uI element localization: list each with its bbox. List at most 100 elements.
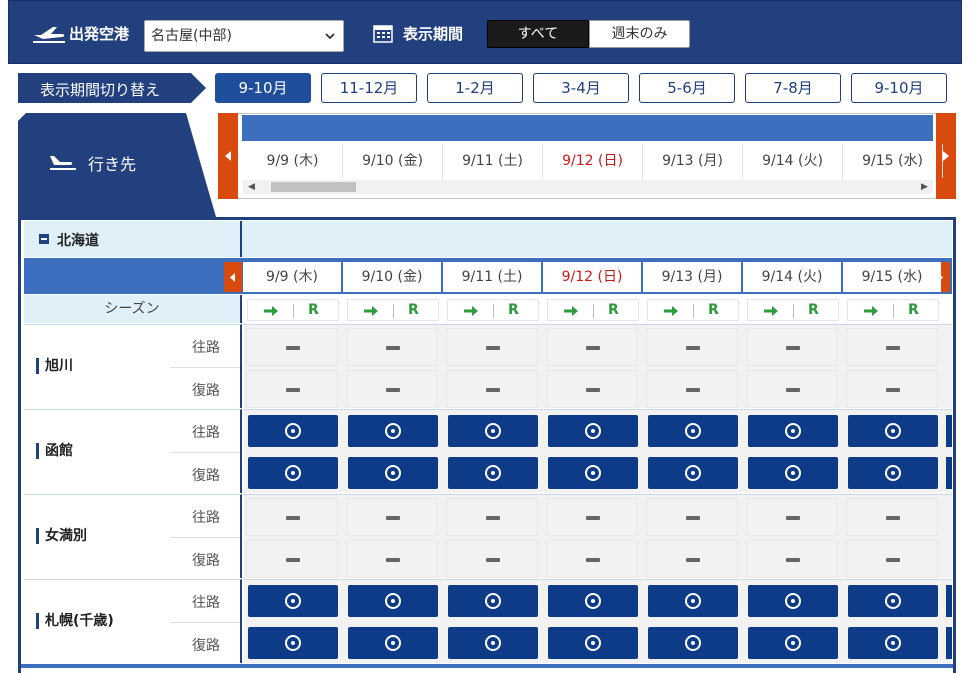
outbound-available-button[interactable] [348,585,438,617]
return-available-button[interactable] [448,457,538,489]
outbound-available-button[interactable] [848,585,938,617]
airport-select-value: 名古屋(中部) [151,28,232,44]
dash-icon [286,516,300,520]
return-available-button[interactable] [848,457,938,489]
strip-date[interactable]: 9/11 (土) [443,144,543,178]
dash-icon [686,388,700,392]
dash-icon [286,558,300,562]
available-circle-icon [685,465,701,481]
return-available-button[interactable] [848,627,938,659]
separator [393,304,394,318]
scroll-right-icon[interactable]: ▶ [921,182,928,192]
outbound-available-button[interactable] [648,415,738,447]
period-button[interactable]: 11-12月 [321,73,417,103]
outbound-available-button[interactable] [448,415,538,447]
region-name: 北海道 [57,233,99,249]
return-available-button[interactable] [748,457,838,489]
available-circle-icon [785,593,801,609]
period-button[interactable]: 3-4月 [533,73,629,103]
table-prev-dates-button[interactable] [224,262,242,292]
return-unavailable-cell [246,540,338,578]
return-available-button[interactable] [548,627,638,659]
dash-icon [686,346,700,350]
green-arrow-icon [264,306,278,316]
season-r-label: R [408,302,419,318]
outbound-available-button[interactable] [848,415,938,447]
return-available-button[interactable] [648,627,738,659]
date-strip-prev-button[interactable] [218,113,238,199]
top-bar: 出発空港 名古屋(中部) 表示期間 すべて 週末のみ [8,0,962,64]
outbound-available-button[interactable] [548,415,638,447]
season-cell: R [247,299,339,321]
available-circle-icon [485,593,501,609]
outbound-unavailable-cell [746,328,838,366]
return-available-button[interactable] [248,627,338,659]
available-circle-icon [285,635,301,651]
outbound-available-button[interactable] [448,585,538,617]
outbound-available-button[interactable] [248,415,338,447]
toggle-all-button[interactable]: すべて [487,20,589,48]
available-circle-icon [685,423,701,439]
strip-date[interactable]: 9/13 (月) [643,144,743,178]
outbound-unavailable-cell [546,498,638,536]
outbound-unavailable-cell [846,328,938,366]
destination-block: 札幌(千歳) 往路復路 [24,579,242,663]
outbound-available-button[interactable] [348,415,438,447]
return-available-button[interactable] [248,457,338,489]
strip-date[interactable]: 9/9 (木) [243,144,343,178]
scrollbar-thumb[interactable] [271,182,356,192]
return-available-button[interactable] [348,627,438,659]
season-r-label: R [708,302,719,318]
return-unavailable-cell [746,540,838,578]
return-available-button[interactable] [648,457,738,489]
return-label: 復路 [192,638,220,654]
strip-date[interactable]: 9/10 (金) [343,144,443,178]
available-circle-icon [585,423,601,439]
return-available-button[interactable] [548,457,638,489]
destination-name: 札幌(千歳) [36,613,114,629]
toggle-weekend-button[interactable]: 週末のみ [589,20,690,48]
period-button[interactable]: 5-6月 [639,73,735,103]
return-label: 復路 [192,468,220,484]
next-region-strip [21,664,953,668]
available-circle-icon [485,423,501,439]
return-available-button[interactable] [748,627,838,659]
destination-name: 女満別 [36,528,87,544]
outbound-available-button[interactable] [248,585,338,617]
outbound-unavailable-cell [346,498,438,536]
outbound-available-button[interactable] [648,585,738,617]
return-available-button[interactable] [448,627,538,659]
period-button[interactable]: 9-10月 [215,73,311,103]
green-arrow-icon [364,306,378,316]
season-r-label: R [808,302,819,318]
dash-icon [786,346,800,350]
period-button[interactable]: 9-10月 [851,73,947,103]
strip-date[interactable]: 9/12 (日) [543,144,643,178]
date-strip-scrollbar[interactable] [243,180,933,194]
return-label: 復路 [192,553,220,569]
available-circle-icon [785,635,801,651]
return-unavailable-cell [646,540,738,578]
outbound-unavailable-cell [646,328,738,366]
strip-date[interactable]: 9/14 (火) [743,144,843,178]
available-circle-icon [385,635,401,651]
outbound-available-button[interactable] [548,585,638,617]
period-button[interactable]: 1-2月 [427,73,523,103]
return-unavailable-cell [246,370,338,408]
dash-icon [586,516,600,520]
outbound-label: 往路 [192,595,220,611]
row-divider [170,367,240,368]
outbound-available-button[interactable] [748,415,838,447]
row-divider [170,537,240,538]
return-available-button[interactable] [348,457,438,489]
return-unavailable-cell [446,370,538,408]
available-circle-icon [685,593,701,609]
period-button[interactable]: 7-8月 [745,73,841,103]
departure-airport-select[interactable]: 名古屋(中部) [144,20,344,52]
available-circle-icon [385,423,401,439]
outbound-available-button[interactable] [748,585,838,617]
scroll-left-icon[interactable]: ◀ [248,182,255,192]
strip-date[interactable]: 9/15 (水) [843,144,943,178]
date-strip-header [242,115,933,141]
collapse-icon[interactable] [39,234,49,244]
